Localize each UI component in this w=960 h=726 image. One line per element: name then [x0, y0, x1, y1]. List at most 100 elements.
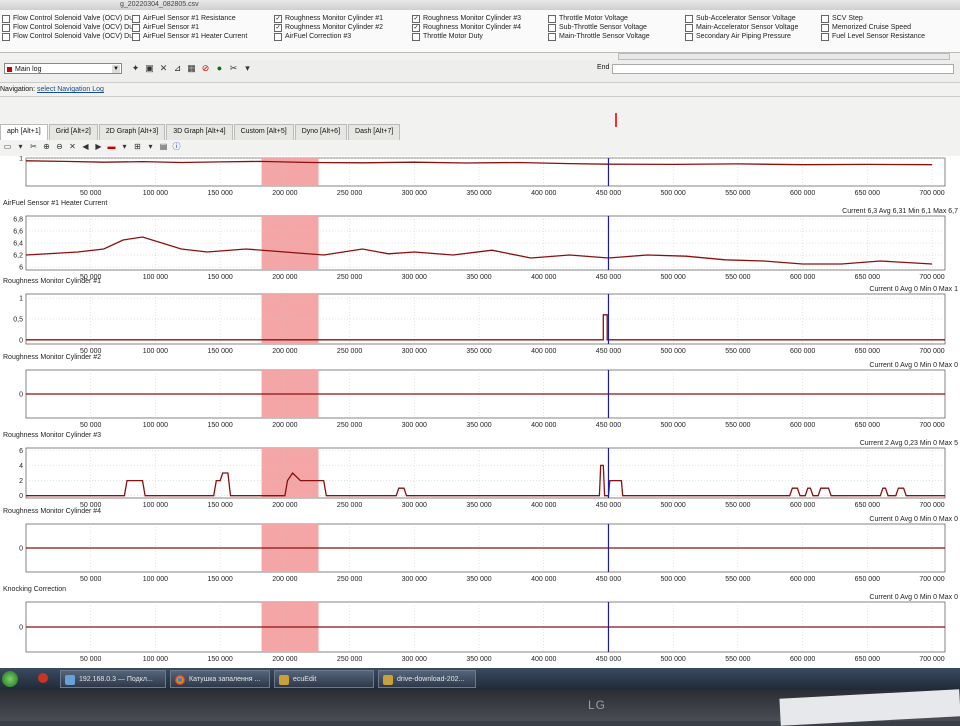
param-checkbox[interactable]: [685, 14, 693, 23]
close-icon[interactable]: ✕: [67, 141, 78, 155]
param-item[interactable]: Memorized Cruise Speed: [821, 23, 925, 32]
chart-panel: Roughness Monitor Cylinder #2 Current 0 A…: [3, 354, 958, 429]
param-checkbox[interactable]: [2, 23, 10, 32]
open-icon[interactable]: ▭: [2, 141, 13, 155]
navigation-link[interactable]: select Navigation Log: [37, 86, 104, 93]
param-item[interactable]: ✓ Roughness Monitor Cylinder #4: [412, 23, 521, 32]
param-checkbox[interactable]: [132, 32, 140, 41]
param-item[interactable]: AirFuel Sensor #1 Heater Current: [132, 32, 247, 41]
param-checkbox[interactable]: [132, 14, 140, 23]
opera-icon[interactable]: [38, 673, 48, 683]
param-checkbox[interactable]: [685, 32, 693, 41]
param-checkbox[interactable]: [821, 32, 829, 41]
end-field[interactable]: [612, 64, 954, 74]
param-item[interactable]: Flow Control Solenoid Valve (OCV) Duty: [2, 14, 139, 23]
zoom-out-icon[interactable]: ⊖: [54, 141, 65, 155]
dropdown-icon[interactable]: ▾: [119, 141, 130, 155]
param-label: Memorized Cruise Speed: [832, 24, 911, 31]
param-checkbox[interactable]: [132, 23, 140, 32]
x-tick-label: 450 000: [596, 656, 621, 663]
table-icon[interactable]: ▤: [158, 141, 169, 155]
record-icon[interactable]: ●: [214, 63, 225, 74]
cut-icon[interactable]: ✂: [28, 141, 39, 155]
x-tick-label: 150 000: [207, 502, 232, 509]
param-checkbox[interactable]: ✓: [274, 23, 282, 32]
taskbar-button[interactable]: 192.168.0.3 — Подкл...: [60, 670, 166, 688]
param-item[interactable]: ✓ Roughness Monitor Cylinder #1: [274, 14, 383, 23]
taskbar-button[interactable]: ecuEdit: [274, 670, 374, 688]
dropdown-icon[interactable]: ▾: [145, 141, 156, 155]
param-checkbox[interactable]: [548, 23, 556, 32]
taskbar-button-label: 192.168.0.3 — Подкл...: [79, 676, 153, 683]
param-item[interactable]: SCV Step: [821, 14, 925, 23]
tab-6[interactable]: Dash [Alt+7]: [348, 124, 401, 140]
chevron-down-icon[interactable]: ▼: [112, 65, 120, 73]
dropdown-icon[interactable]: ▾: [242, 63, 253, 74]
param-checkbox[interactable]: [821, 14, 829, 23]
taskbar: 192.168.0.3 — Подкл... Катушка запалення …: [0, 668, 960, 690]
param-checkbox[interactable]: [548, 32, 556, 41]
param-item[interactable]: AirFuel Sensor #1: [132, 23, 247, 32]
start-button[interactable]: [2, 671, 18, 687]
tab-4[interactable]: Custom [Alt+5]: [233, 124, 294, 140]
layout-icon[interactable]: ⊞: [132, 141, 143, 155]
param-checkbox[interactable]: ✓: [274, 14, 282, 23]
save-icon[interactable]: ▣: [144, 63, 155, 74]
zoom-in-icon[interactable]: ⊕: [41, 141, 52, 155]
param-item[interactable]: Secondary Air Piping Pressure: [685, 32, 798, 41]
color-icon[interactable]: ▬: [106, 141, 117, 155]
param-checkbox[interactable]: ✓: [412, 23, 420, 32]
panel-title: Roughness Monitor Cylinder #2: [3, 354, 101, 361]
param-item[interactable]: Fuel Level Sensor Resistance: [821, 32, 925, 41]
tab-0[interactable]: aph [Alt+1]: [0, 124, 48, 140]
y-tick-label: 6,6: [13, 229, 23, 236]
param-item[interactable]: AirFuel Correction #3: [274, 32, 383, 41]
param-checkbox[interactable]: [2, 32, 10, 41]
param-checkbox[interactable]: [548, 14, 556, 23]
param-checkbox[interactable]: [2, 14, 10, 23]
next-icon[interactable]: ▶: [93, 141, 104, 155]
param-item[interactable]: Sub-Throttle Sensor Voltage: [548, 23, 650, 32]
tab-2[interactable]: 2D Graph [Alt+3]: [98, 124, 166, 140]
dropdown-icon[interactable]: ▾: [15, 141, 26, 155]
info-icon[interactable]: ⓘ: [171, 141, 182, 155]
chart-panel: 50 000 100 000 150 000 200 000 250 000 300 00…: [19, 156, 946, 197]
param-checkbox[interactable]: ✓: [412, 14, 420, 23]
param-item[interactable]: Flow Control Solenoid Valve (OCV) Duty: [2, 32, 139, 41]
x-tick-label: 150 000: [207, 422, 232, 429]
param-item[interactable]: Flow Control Solenoid Valve (OCV) Duty: [2, 23, 139, 32]
tab-3[interactable]: 3D Graph [Alt+4]: [166, 124, 233, 140]
param-label: AirFuel Sensor #1: [143, 24, 200, 31]
grid-icon[interactable]: ▦: [186, 63, 197, 74]
param-item[interactable]: Throttle Motor Voltage: [548, 14, 650, 23]
param-item[interactable]: AirFuel Sensor #1 Resistance: [132, 14, 247, 23]
param-checkbox[interactable]: [274, 32, 282, 41]
graph-area: 50 000 100 000 150 000 200 000 250 000 300 00…: [0, 156, 960, 668]
param-item[interactable]: Throttle Motor Duty: [412, 32, 521, 41]
close-icon[interactable]: ✕: [158, 63, 169, 74]
prev-icon[interactable]: ◀: [80, 141, 91, 155]
param-item[interactable]: ✓ Roughness Monitor Cylinder #2: [274, 23, 383, 32]
charts-svg: 50 000 100 000 150 000 200 000 250 000 300 00…: [3, 156, 958, 663]
log-select[interactable]: Main log ▼: [4, 63, 122, 74]
x-tick-label: 650 000: [855, 190, 880, 197]
pin-icon[interactable]: ✦: [130, 63, 141, 74]
scroll-slider[interactable]: [618, 53, 950, 60]
stop-icon[interactable]: ⊘: [200, 63, 211, 74]
tab-1[interactable]: Grid [Alt+2]: [48, 124, 98, 140]
y-tick-label: 1: [19, 296, 23, 303]
param-checkbox[interactable]: [685, 23, 693, 32]
tab-5[interactable]: Dyno [Alt+6]: [294, 124, 348, 140]
taskbar-button[interactable]: drive-download-202...: [378, 670, 476, 688]
chart-icon[interactable]: ⊿: [172, 63, 183, 74]
taskbar-button[interactable]: Катушка запалення ...: [170, 670, 270, 688]
param-item[interactable]: Main-Throttle Sensor Voltage: [548, 32, 650, 41]
param-label: Flow Control Solenoid Valve (OCV) Duty: [13, 33, 139, 40]
param-item[interactable]: ✓ Roughness Monitor Cylinder #3: [412, 14, 521, 23]
tools-icon[interactable]: ✂: [228, 63, 239, 74]
param-checkbox[interactable]: [412, 32, 420, 41]
param-item[interactable]: Sub-Accelerator Sensor Voltage: [685, 14, 798, 23]
y-tick-label: 2: [19, 478, 23, 485]
param-checkbox[interactable]: [821, 23, 829, 32]
param-item[interactable]: Main-Accelerator Sensor Voltage: [685, 23, 798, 32]
